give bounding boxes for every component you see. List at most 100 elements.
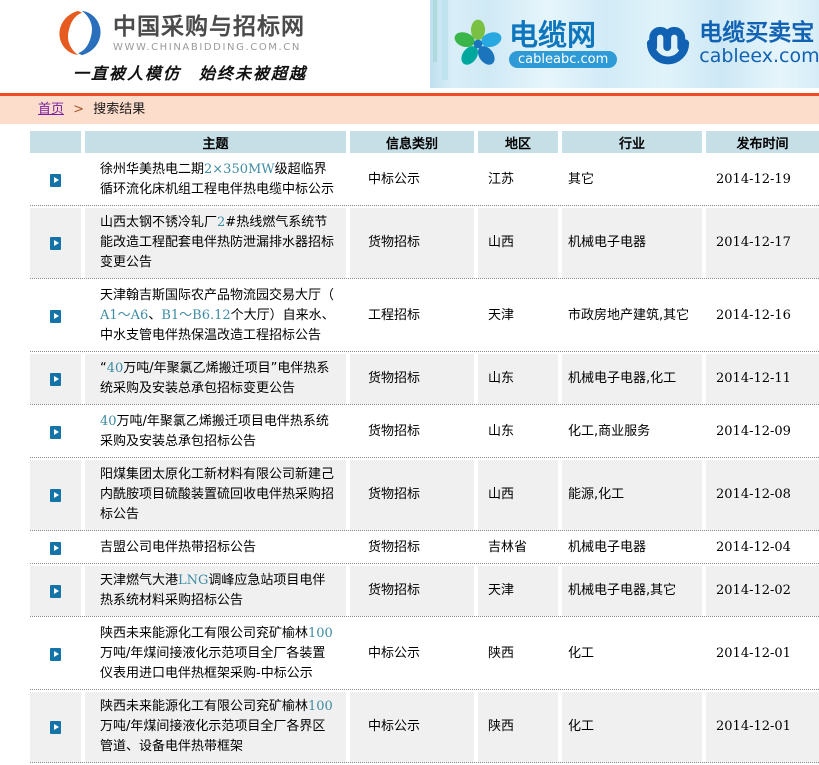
date-cell: 2014-12-01 [706, 692, 819, 762]
result-title-link[interactable]: 陕西未来能源化工有限公司兖矿榆林100万吨/年煤间接液化示范项目全厂各装置仪表用… [100, 624, 336, 684]
row-bullet-cell [30, 533, 85, 563]
category-cell: 货物招标 [350, 533, 478, 563]
site-logo[interactable]: 中国采购与招标网 WWW.CHINABIDDING.COM.CN [55, 8, 305, 58]
industry-cell: 其它 [562, 155, 706, 205]
cableex-name: 电缆买卖宝 [699, 21, 819, 46]
category-cell: 货物招标 [350, 208, 478, 278]
table-row: “40万吨/年聚氯乙烯搬迁项目”电伴热系统采购及安装总承包招标变更公告货物招标山… [30, 354, 819, 404]
result-title-link[interactable]: 天津翰吉斯国际农产品物流园交易大厅（ A1～A6、B1～B6.12个大厅）自来水… [100, 286, 336, 346]
cableabc-name: 电缆网 [509, 20, 596, 50]
result-title-link[interactable]: 天津燃气大港LNG调峰应急站项目电伴热系统材料采购招标公告 [100, 571, 336, 611]
table-row: 山西太钢不锈冷轧厂2#热线燃气系统节能改造工程配套电伴热防泄漏排水器招标变更公告… [30, 208, 819, 278]
m-heart-icon [643, 20, 693, 68]
date-cell: 2014-12-11 [706, 354, 819, 404]
title-keyword-highlight: 100 [308, 699, 333, 714]
date-cell: 2014-12-16 [706, 281, 819, 351]
title-text: 万吨/年聚氯乙烯搬迁项目”电伴热系统采购及安装总承包招标变更公告 [100, 361, 329, 396]
date-cell: 2014-12-09 [706, 407, 819, 457]
breadcrumb-current: 搜索结果 [93, 102, 145, 117]
industry-cell: 机械电子电器 [562, 208, 706, 278]
title-text: 陕西未来能源化工有限公司兖矿榆林 [100, 626, 308, 641]
table-row: 吉盟公司电伴热带招标公告货物招标吉林省机械电子电器2014-12-04 [30, 533, 819, 563]
industry-cell: 市政房地产建筑,其它 [562, 281, 706, 351]
result-title-cell: 天津燃气大港LNG调峰应急站项目电伴热系统材料采购招标公告 [85, 566, 350, 616]
title-text: 陕西未来能源化工有限公司兖矿榆林 [100, 699, 308, 714]
title-keyword-highlight: B1～B6.12 [161, 308, 230, 323]
row-bullet-cell [30, 281, 85, 351]
play-bullet-icon [50, 721, 61, 734]
region-cell: 山东 [478, 407, 562, 457]
date-cell: 2014-12-01 [706, 619, 819, 689]
title-text: 徐州华美热电二期 [100, 162, 204, 177]
result-title-link[interactable]: “40万吨/年聚氯乙烯搬迁项目”电伴热系统采购及安装总承包招标变更公告 [100, 359, 336, 399]
row-bullet-cell [30, 354, 85, 404]
header-cell-industry: 行业 [562, 131, 706, 153]
result-title-cell: “40万吨/年聚氯乙烯搬迁项目”电伴热系统采购及安装总承包招标变更公告 [85, 354, 350, 404]
result-title-link[interactable]: 吉盟公司电伴热带招标公告 [100, 538, 256, 558]
result-title-cell: 陕西未来能源化工有限公司兖矿榆林100万吨/年煤间接液化示范项目全厂各装置仪表用… [85, 619, 350, 689]
row-bullet-cell [30, 566, 85, 616]
table-row: 徐州华美热电二期2×350MW级超临界循环流化床机组工程电伴热电缆中标公示中标公… [30, 155, 819, 205]
play-bullet-icon [50, 648, 61, 661]
date-cell: 2014-12-04 [706, 533, 819, 563]
title-keyword-highlight: 40 [107, 361, 124, 376]
date-cell: 2014-12-19 [706, 155, 819, 205]
results-table-body: 徐州华美热电二期2×350MW级超临界循环流化床机组工程电伴热电缆中标公示中标公… [30, 155, 819, 765]
category-cell: 中标公示 [350, 619, 478, 689]
category-cell: 货物招标 [350, 460, 478, 530]
region-cell: 陕西 [478, 692, 562, 762]
result-title-link[interactable]: 山西太钢不锈冷轧厂2#热线燃气系统节能改造工程配套电伴热防泄漏排水器招标变更公告 [100, 213, 336, 273]
site-title: 中国采购与招标网 [113, 14, 305, 40]
header-cell-icon [30, 131, 85, 153]
title-text: 、 [148, 308, 161, 323]
title-text: 万吨/年煤间接液化示范项目全厂各界区管道、设备电伴热带框架 [100, 719, 325, 754]
date-cell: 2014-12-02 [706, 566, 819, 616]
play-bullet-icon [50, 426, 61, 439]
title-keyword-highlight: 2×350MW [204, 162, 275, 177]
result-title-cell: 徐州华美热电二期2×350MW级超临界循环流化床机组工程电伴热电缆中标公示 [85, 155, 350, 205]
table-row: 40万吨/年聚氯乙烯搬迁项目电伴热系统采购及安装总承包招标公告货物招标山东化工,… [30, 407, 819, 457]
table-row: 天津翰吉斯国际农产品物流园交易大厅（ A1～A6、B1～B6.12个大厅）自来水… [30, 281, 819, 351]
result-title-link[interactable]: 阳煤集团太原化工新材料有限公司新建己内酰胺项目硫酸装置硫回收电伴热采购招标公告 [100, 465, 336, 525]
category-cell: 货物招标 [350, 566, 478, 616]
row-bullet-cell [30, 208, 85, 278]
row-bullet-cell [30, 619, 85, 689]
date-cell: 2014-12-17 [706, 208, 819, 278]
result-title-link[interactable]: 40万吨/年聚氯乙烯搬迁项目电伴热系统采购及安装总承包招标公告 [100, 412, 336, 452]
play-bullet-icon [50, 310, 61, 323]
category-cell: 工程招标 [350, 281, 478, 351]
region-cell: 天津 [478, 281, 562, 351]
play-bullet-icon [50, 489, 61, 502]
cableex-domain: cableex.com [699, 46, 819, 67]
result-title-link[interactable]: 徐州华美热电二期2×350MW级超临界循环流化床机组工程电伴热电缆中标公示 [100, 160, 336, 200]
title-keyword-highlight: LNG [178, 573, 208, 588]
play-bullet-icon [50, 237, 61, 250]
title-text: 万吨/年聚氯乙烯搬迁项目电伴热系统采购及安装总承包招标公告 [100, 414, 329, 449]
industry-cell: 机械电子电器,其它 [562, 566, 706, 616]
cableabc-domain: cableabc.com [509, 51, 617, 68]
result-title-cell: 吉盟公司电伴热带招标公告 [85, 533, 350, 563]
table-row: 阳煤集团太原化工新材料有限公司新建己内酰胺项目硫酸装置硫回收电伴热采购招标公告货… [30, 460, 819, 530]
industry-cell: 化工,商业服务 [562, 407, 706, 457]
row-bullet-cell [30, 155, 85, 205]
industry-cell: 化工 [562, 692, 706, 762]
play-bullet-icon [50, 542, 61, 555]
title-keyword-highlight: A1～A6 [100, 308, 148, 323]
title-text: “ [100, 361, 107, 376]
result-title-link[interactable]: 陕西未来能源化工有限公司兖矿榆林100 万吨/年煤间接液化示范项目全厂各界区管道、… [100, 697, 336, 757]
cableabc-logo[interactable]: 电缆网 cableabc.com [452, 18, 617, 70]
region-cell: 江苏 [478, 155, 562, 205]
industry-cell: 能源,化工 [562, 460, 706, 530]
table-row: 天津燃气大港LNG调峰应急站项目电伴热系统材料采购招标公告货物招标天津机械电子电… [30, 566, 819, 616]
play-bullet-icon [50, 174, 61, 187]
cableex-logo[interactable]: 电缆买卖宝 cableex.com [643, 20, 819, 68]
breadcrumb-home-link[interactable]: 首页 [38, 102, 64, 117]
date-cell: 2014-12-08 [706, 460, 819, 530]
category-cell: 货物招标 [350, 354, 478, 404]
title-text: 天津燃气大港 [100, 573, 178, 588]
result-title-cell: 陕西未来能源化工有限公司兖矿榆林100 万吨/年煤间接液化示范项目全厂各界区管道、… [85, 692, 350, 762]
flower-icon [452, 18, 504, 70]
result-title-cell: 山西太钢不锈冷轧厂2#热线燃气系统节能改造工程配套电伴热防泄漏排水器招标变更公告 [85, 208, 350, 278]
region-cell: 天津 [478, 566, 562, 616]
category-cell: 货物招标 [350, 407, 478, 457]
